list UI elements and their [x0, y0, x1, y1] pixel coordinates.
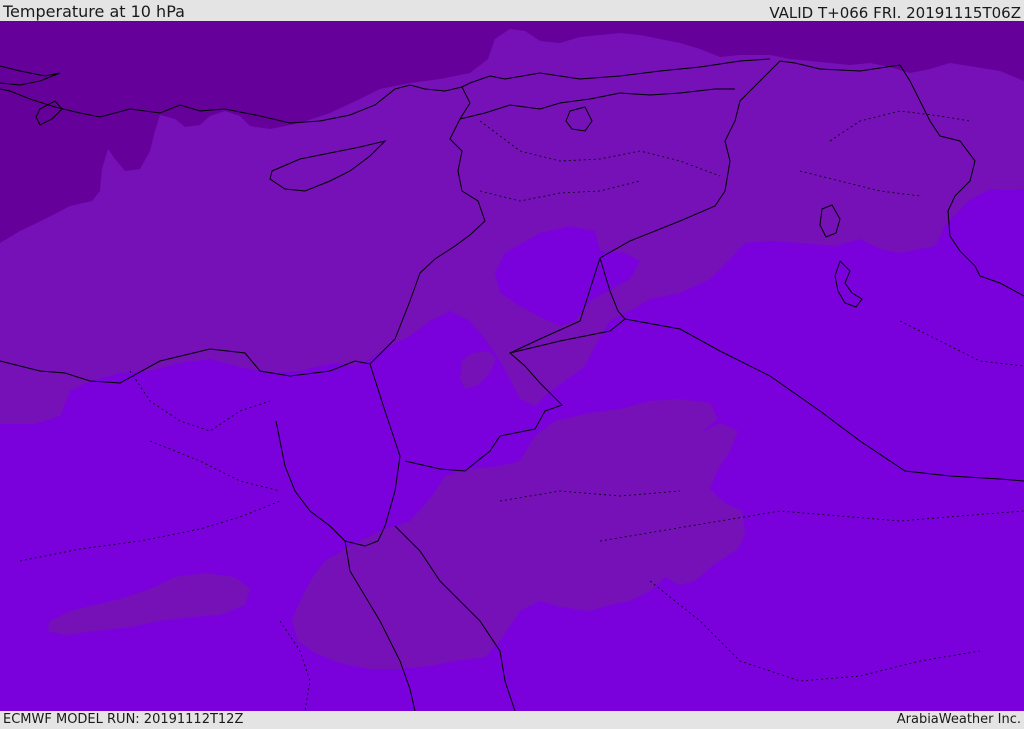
valid-time: VALID T+066 FRI. 20191115T06Z	[769, 4, 1021, 22]
credit-label: ArabiaWeather Inc.	[896, 712, 1021, 727]
header-bar: Temperature at 10 hPa VALID T+066 FRI. 2…	[0, 0, 1024, 22]
temperature-map	[0, 21, 1024, 711]
map-title: Temperature at 10 hPa	[3, 2, 185, 21]
footer-bar: ECMWF MODEL RUN: 20191112T12Z ArabiaWeat…	[0, 711, 1024, 729]
weather-map-frame: Temperature at 10 hPa VALID T+066 FRI. 2…	[0, 0, 1024, 729]
map-panel	[0, 21, 1024, 711]
model-run: ECMWF MODEL RUN: 20191112T12Z	[3, 712, 244, 727]
